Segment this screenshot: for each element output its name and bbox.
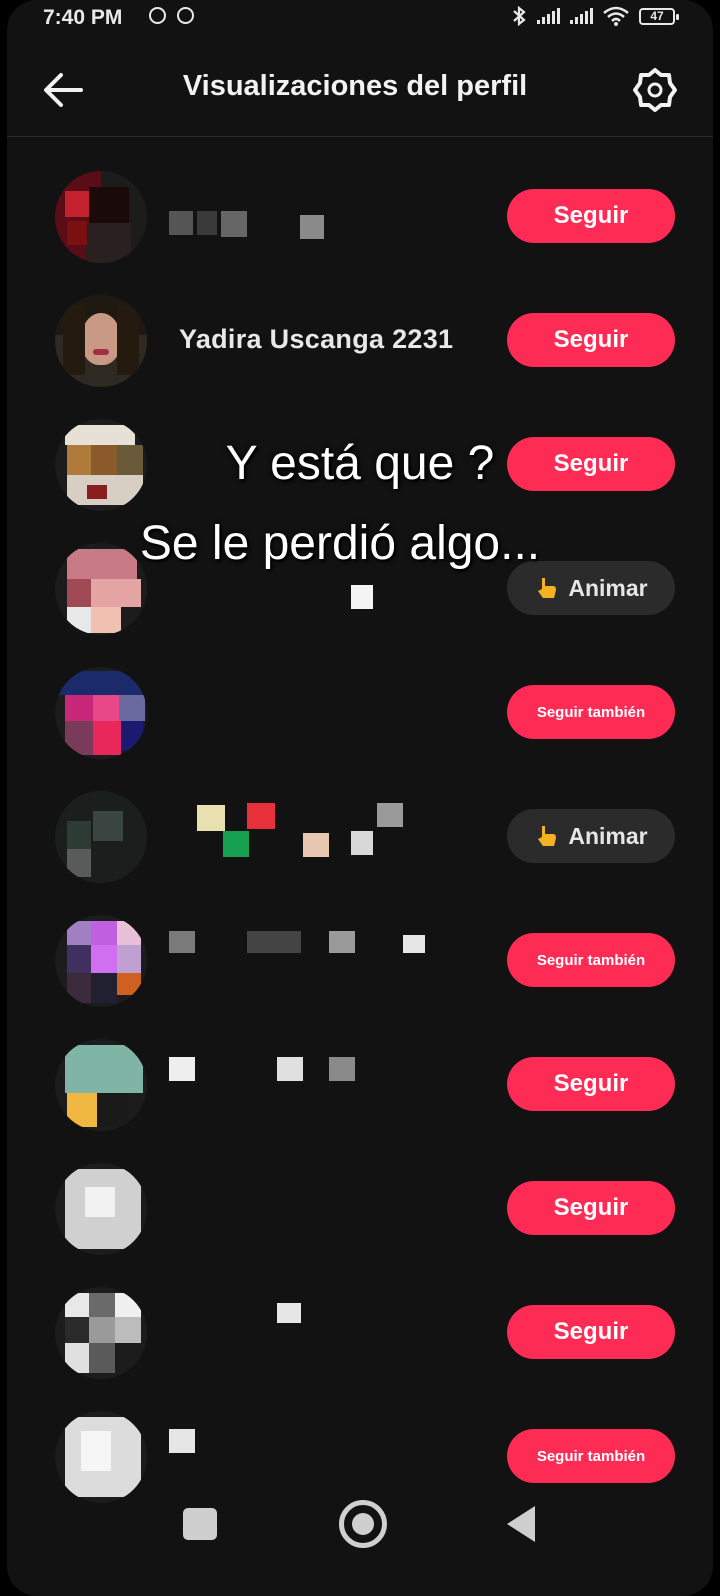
- follow-button[interactable]: Seguir: [507, 1305, 675, 1359]
- home-icon[interactable]: [339, 1500, 387, 1548]
- avatar[interactable]: [55, 171, 147, 263]
- avatar[interactable]: [55, 1039, 147, 1131]
- status-bar: 7:40 PM 47: [7, 0, 713, 36]
- username: Yadira Uscanga 2231: [179, 324, 454, 354]
- list-item[interactable]: Seguir: [7, 155, 713, 279]
- status-time: 7:40 PM: [43, 6, 123, 29]
- signal-icon: [570, 8, 593, 24]
- blurred-name: [277, 1303, 301, 1323]
- screen: 7:40 PM 47 Visualizaciones del perfil Se…: [7, 0, 713, 1596]
- list-item[interactable]: Seguir: [7, 1147, 713, 1271]
- blurred-name: [329, 931, 355, 953]
- follow-button[interactable]: Seguir: [507, 1057, 675, 1111]
- hand-pointing-icon: [538, 826, 557, 846]
- list-item[interactable]: Seguir: [7, 1271, 713, 1395]
- blurred-name: [221, 211, 247, 237]
- overlay-caption-line2: Se le perdió algo...: [139, 517, 541, 570]
- page-title: Visualizaciones del perfil: [182, 70, 528, 102]
- blurred-name: [351, 831, 373, 855]
- blurred-name: [169, 211, 193, 235]
- cheer-label: Animar: [568, 574, 648, 601]
- signal-icon: [537, 8, 560, 24]
- navigation-bar: [7, 1480, 713, 1570]
- blurred-name: [329, 1057, 355, 1081]
- blurred-name: [303, 833, 329, 857]
- back-triangle-icon[interactable]: [507, 1506, 535, 1542]
- whatsapp-icon: [149, 7, 166, 24]
- gear-icon[interactable]: [631, 66, 679, 114]
- list-item[interactable]: Seguir: [7, 1023, 713, 1147]
- blurred-name: [169, 931, 195, 953]
- avatar[interactable]: [55, 915, 147, 1007]
- blurred-name: [197, 805, 225, 831]
- avatar[interactable]: [55, 667, 147, 759]
- blurred-name: [351, 585, 373, 609]
- follow-button[interactable]: Seguir: [507, 189, 675, 243]
- whatsapp-icon: [177, 7, 194, 24]
- cheer-label: Animar: [568, 822, 648, 849]
- blurred-name: [377, 803, 403, 827]
- avatar[interactable]: [55, 791, 147, 883]
- blurred-name: [247, 803, 275, 829]
- blurred-name: [197, 211, 217, 235]
- header: Visualizaciones del perfil: [7, 48, 713, 137]
- wifi-icon: [603, 6, 629, 26]
- blurred-name: [300, 215, 324, 239]
- list-item[interactable]: Yadira Uscanga 2231 Seguir: [7, 279, 713, 403]
- follow-back-button[interactable]: Seguir también: [507, 933, 675, 987]
- bluetooth-icon: [513, 6, 526, 26]
- follow-button[interactable]: Seguir: [507, 1181, 675, 1235]
- blurred-name: [277, 1057, 303, 1081]
- follow-back-button[interactable]: Seguir también: [507, 1429, 675, 1483]
- recent-apps-icon[interactable]: [183, 1508, 217, 1540]
- blurred-name: [169, 1057, 195, 1081]
- blurred-name: [403, 935, 425, 953]
- blurred-name: [247, 931, 301, 953]
- avatar[interactable]: [55, 295, 147, 387]
- blurred-name: [169, 1429, 195, 1453]
- list-item[interactable]: Seguir también: [7, 899, 713, 1023]
- follow-back-button[interactable]: Seguir también: [507, 685, 675, 739]
- overlay-caption-line1: Y está que ?: [225, 437, 495, 490]
- blurred-name: [223, 831, 249, 857]
- hand-pointing-icon: [538, 578, 557, 598]
- cheer-button[interactable]: Animar: [507, 809, 675, 863]
- list-item[interactable]: Seguir también: [7, 651, 713, 775]
- follow-button[interactable]: Seguir: [507, 313, 675, 367]
- status-icons: 47: [511, 6, 679, 26]
- avatar[interactable]: [55, 1163, 147, 1255]
- battery-icon: 47: [639, 7, 679, 25]
- avatar[interactable]: [55, 1287, 147, 1379]
- list-item[interactable]: Animar: [7, 775, 713, 899]
